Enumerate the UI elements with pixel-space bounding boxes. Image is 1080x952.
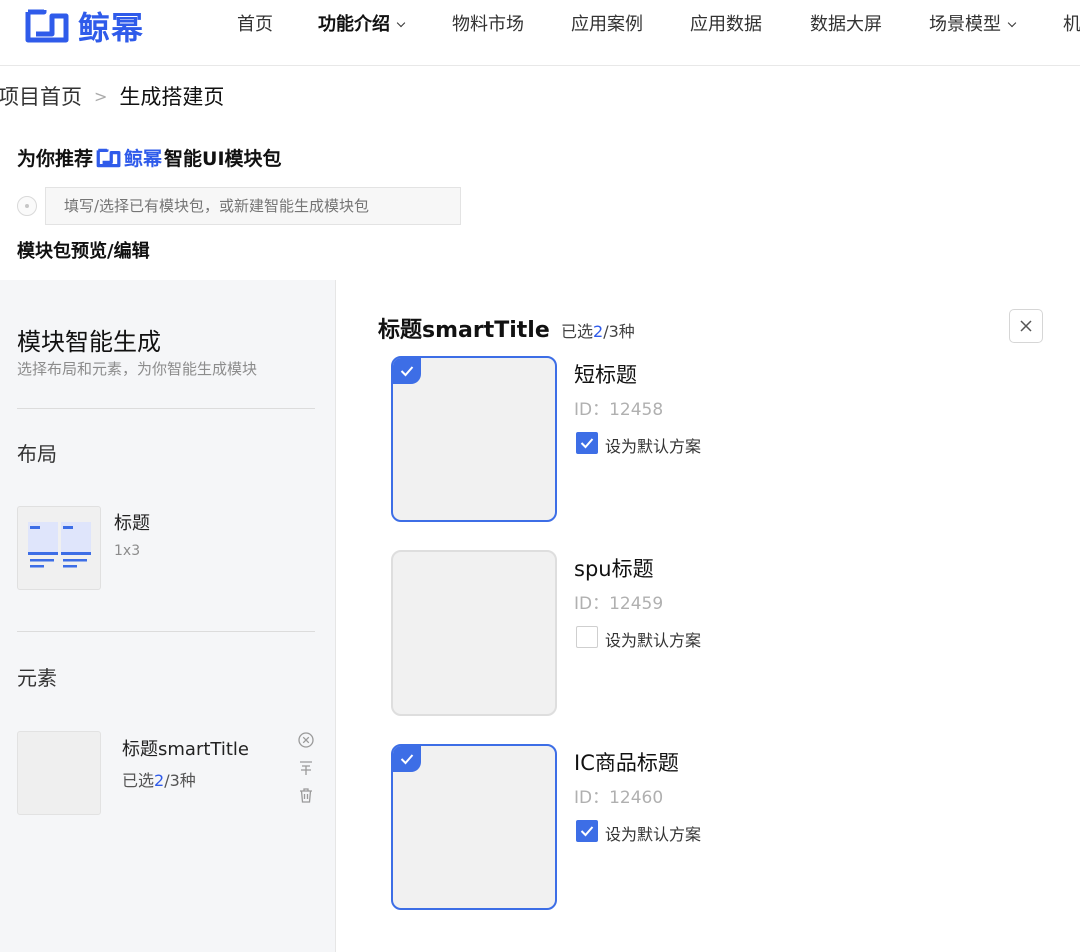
- option-card-spu-title[interactable]: [391, 550, 557, 716]
- nav-item-more[interactable]: 机: [1063, 10, 1080, 36]
- option-name: spu标题: [574, 557, 654, 581]
- default-checkbox[interactable]: [576, 820, 598, 842]
- default-checkbox-label: 设为默认方案: [605, 631, 702, 650]
- option-name: 短标题: [574, 363, 637, 387]
- check-icon: [580, 826, 594, 837]
- element-detail-count: 已选2/3种: [561, 318, 635, 342]
- mini-brand-text: 鲸幂: [124, 148, 163, 170]
- logo-text: 鲸幂: [78, 9, 145, 47]
- chevron-down-icon: [1007, 18, 1017, 28]
- panel-subtitle: 选择布局和元素，为你智能生成模块: [17, 360, 258, 378]
- logo-icon: [25, 9, 69, 43]
- nav-item-app-data[interactable]: 应用数据: [690, 10, 762, 36]
- option-name: IC商品标题: [574, 751, 679, 775]
- nav-item-label: 应用数据: [690, 14, 762, 35]
- divider: [17, 631, 315, 632]
- nav-item-dashboard[interactable]: 数据大屏: [810, 10, 882, 36]
- element-section-title: 元素: [17, 666, 57, 690]
- element-detail-title: 标题smartTitle: [378, 318, 550, 343]
- layout-section-title: 布局: [17, 442, 57, 466]
- option-card-ic-product-title[interactable]: [391, 744, 557, 910]
- nav-item-label: 功能介绍: [318, 14, 390, 35]
- nav-item-home[interactable]: 首页: [237, 10, 273, 36]
- smart-generate-panel: 模块智能生成 选择布局和元素，为你智能生成模块 布局 标题 1x3 元素 标题s…: [0, 280, 336, 952]
- layout-thumbnail[interactable]: [17, 506, 101, 590]
- breadcrumb-current: 生成搭建页: [119, 85, 225, 109]
- layout-name: 标题: [114, 513, 150, 534]
- nav-item-label: 场景模型: [929, 14, 1001, 35]
- check-icon: [580, 438, 594, 449]
- pin-icon[interactable]: [297, 759, 315, 777]
- trash-icon[interactable]: [297, 786, 315, 804]
- breadcrumb-home[interactable]: 项目首页: [0, 81, 82, 111]
- breadcrumb-separator: >: [94, 86, 108, 106]
- recommend-suffix: 智能UI模块包: [164, 148, 282, 170]
- mini-brand-logo: 鲸幂: [95, 144, 162, 171]
- check-icon: [400, 754, 414, 765]
- divider: [17, 408, 315, 409]
- count-selected: 2: [593, 322, 604, 341]
- check-icon: [400, 366, 414, 377]
- remove-circle-icon[interactable]: [297, 731, 315, 749]
- count-prefix: 已选: [561, 322, 594, 341]
- nav-item-scene-model[interactable]: 场景模型: [929, 10, 1017, 36]
- default-checkbox-label: 设为默认方案: [605, 825, 702, 844]
- package-radio[interactable]: [17, 196, 37, 216]
- nav-item-label: 机: [1063, 14, 1080, 35]
- nav-item-market[interactable]: 物料市场: [452, 10, 524, 36]
- count-suffix: /3种: [603, 322, 635, 341]
- brand-logo[interactable]: 鲸幂: [22, 4, 144, 48]
- option-id: ID：12459: [574, 594, 664, 614]
- close-button[interactable]: [1009, 309, 1043, 343]
- nav-item-label: 数据大屏: [810, 14, 882, 35]
- selected-count: 2: [154, 771, 165, 790]
- nav-item-cases[interactable]: 应用案例: [571, 10, 643, 36]
- default-checkbox[interactable]: [576, 626, 598, 648]
- selected-suffix: /3种: [164, 771, 196, 790]
- breadcrumb: 项目首页 > 生成搭建页: [0, 81, 224, 111]
- option-id: ID：12458: [574, 400, 664, 420]
- layout-spec: 1x3: [114, 543, 141, 559]
- top-navigation: 鲸幂 首页 功能介绍 物料市场 应用案例 应用数据 数据大屏 场景模型 机: [0, 0, 1080, 66]
- nav-item-label: 应用案例: [571, 14, 643, 35]
- nav-item-features[interactable]: 功能介绍: [318, 10, 406, 36]
- default-checkbox-label: 设为默认方案: [605, 437, 702, 456]
- module-package-input[interactable]: [45, 187, 461, 225]
- selected-corner: [393, 746, 421, 772]
- nav-item-label: 首页: [237, 14, 273, 35]
- element-thumbnail[interactable]: [17, 731, 101, 815]
- close-icon: [1020, 320, 1032, 332]
- selected-prefix: 已选: [122, 771, 155, 790]
- option-card-short-title[interactable]: [391, 356, 557, 522]
- panel-title: 模块智能生成: [17, 328, 161, 356]
- layout-preview-icon: [28, 522, 91, 568]
- logo-icon: [96, 148, 121, 167]
- preview-edit-title: 模块包预览/编辑: [17, 241, 150, 262]
- chevron-down-icon: [396, 18, 406, 28]
- default-checkbox[interactable]: [576, 432, 598, 454]
- option-id: ID：12460: [574, 788, 664, 808]
- element-selected-count: 已选2/3种: [122, 767, 196, 791]
- element-name: 标题smartTitle: [122, 739, 249, 760]
- selected-corner: [393, 358, 421, 384]
- recommend-title: 为你推荐 鲸幂 智能UI模块包: [17, 144, 282, 171]
- nav-item-label: 物料市场: [452, 14, 524, 35]
- recommend-prefix: 为你推荐: [17, 148, 94, 170]
